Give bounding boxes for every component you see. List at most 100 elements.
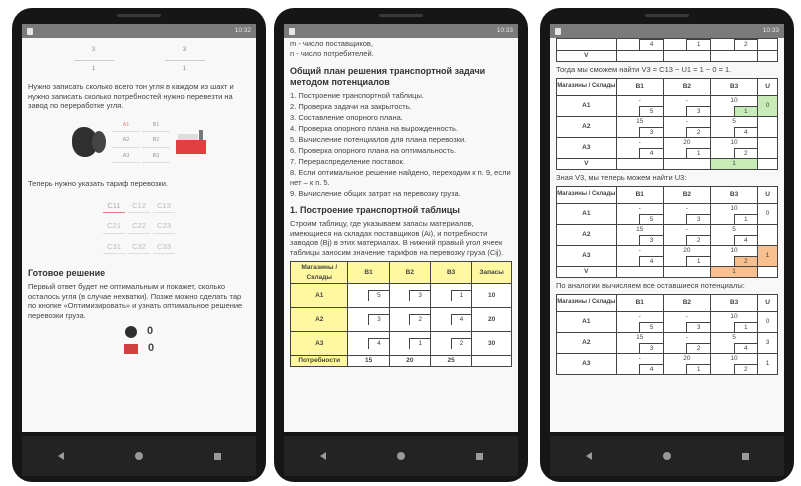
notification-icon (27, 27, 33, 35)
v-cell: 1 (709, 158, 759, 170)
tariff-input[interactable]: C23 (153, 221, 175, 234)
cell-input[interactable]: A3 (112, 152, 140, 163)
back-icon[interactable] (319, 452, 326, 460)
table-cell: 20 1 (662, 137, 711, 159)
u-cell (757, 224, 778, 246)
list-item: 3. Составление опорного плана. (290, 113, 403, 122)
speaker (645, 14, 689, 17)
instruction-text: Нужно записать сколько всего тон угля в … (28, 82, 234, 110)
tariff-input[interactable]: C11 (103, 201, 125, 213)
result-value: 0 (146, 325, 154, 338)
status-time: 10:32 (234, 27, 251, 34)
row-header: A1 (556, 95, 617, 117)
table-cell: -3 (662, 95, 711, 117)
table-cell: 3 (347, 307, 390, 332)
row-header: A3 (556, 245, 617, 267)
column-header: B2 (388, 261, 431, 284)
back-icon[interactable] (585, 452, 592, 460)
table-cell: -4 (615, 245, 664, 267)
list-item: 5. Вычисление потенциалов для плана пере… (290, 135, 467, 144)
result-row: 0 (28, 326, 250, 338)
result-value: 0 (147, 342, 155, 355)
partial-table: 4 1 2 V (556, 38, 778, 62)
tariff-input[interactable]: C13 (153, 201, 175, 213)
potentials-table-2: Магазины / Склады B1 B2 B3 U A1 -5 -3 10… (556, 186, 778, 278)
table-cell: 2 (429, 331, 473, 356)
row-header: Потребности (289, 355, 349, 367)
recent-apps-icon[interactable] (213, 452, 221, 460)
transport-table: Магазины / Склады B1 B2 B3 Запасы A1 5 3… (289, 261, 512, 367)
screen-3[interactable]: 10:33 4 1 2 V Тогда мы сможем найти V3 =… (550, 24, 784, 432)
table-cell: 54 (709, 332, 759, 354)
column-header: U (757, 294, 778, 312)
body-text: По аналогии вычисляем все оставшиеся пот… (556, 280, 745, 290)
column-header: B2 (662, 78, 711, 96)
screen-2[interactable]: 10:33 m - число поставщиков, n - число п… (284, 24, 518, 432)
tariff-text: Теперь нужно указать тариф перевозки. (28, 179, 168, 188)
table-cell: 1 (662, 38, 711, 51)
empty-cell (757, 158, 778, 170)
row-header: A2 (556, 116, 617, 138)
table-cell: 54 (709, 116, 759, 138)
table-cell: 10 2 (709, 137, 759, 159)
cell-input[interactable]: B2 (142, 136, 170, 148)
list-item: 4. Проверка опорного плана на вырожденно… (290, 124, 458, 133)
cell-input[interactable]: B1 (142, 121, 170, 132)
list-item: 8. Если оптимальное решение найдено, пер… (290, 168, 511, 187)
fraction[interactable]: 31 (164, 46, 205, 74)
phone-frame-1: 10:32 31 31 Нужно записать сколько всего… (12, 8, 266, 482)
row-header (556, 38, 617, 51)
cell-input[interactable]: A1 (112, 121, 140, 132)
input-cells: A1 B1 A2 B2 A3 B3 (112, 121, 170, 163)
tariff-input[interactable]: C32 (128, 242, 150, 254)
tariff-input[interactable]: C12 (128, 201, 150, 213)
back-icon[interactable] (57, 452, 64, 460)
nav-bar (550, 436, 784, 476)
tariff-input[interactable]: C21 (103, 221, 125, 234)
fraction[interactable]: 31 (73, 46, 114, 74)
row-header: A2 (556, 224, 617, 246)
tariff-input[interactable]: C31 (103, 242, 125, 254)
nav-bar (22, 436, 256, 476)
fraction-row: 31 31 (48, 46, 230, 74)
table-cell: 1 (388, 331, 431, 356)
home-icon[interactable] (662, 452, 671, 460)
list-item: 1. Построение транспортной таблицы. (290, 91, 424, 100)
coal-icon (92, 130, 106, 153)
table-cell: 20 1 (662, 353, 711, 375)
body-text: Тогда мы сможем найти V3 = C13 − U1 = 1 … (556, 64, 732, 74)
cell-input[interactable]: B3 (142, 152, 170, 163)
table-cell: -3 (662, 311, 711, 333)
factory-icon (176, 129, 206, 154)
v-cell (662, 266, 711, 278)
column-header: B1 (347, 261, 390, 284)
home-icon[interactable] (134, 452, 143, 460)
table-cell: 1 (429, 283, 473, 308)
table-cell: 3 (388, 283, 431, 308)
table-cell: 15 3 (615, 116, 664, 138)
u-cell: 1 (757, 245, 778, 267)
tariff-input[interactable]: C22 (128, 221, 150, 234)
column-header: B3 (429, 261, 473, 284)
table-cell: 10 1 (709, 203, 759, 225)
row-header: A3 (556, 137, 617, 159)
result-row: 0 (28, 342, 250, 355)
section-heading: Готовое решение (28, 268, 106, 278)
coal-icon (124, 326, 137, 338)
recent-apps-icon[interactable] (741, 452, 749, 460)
table-cell: -2 (662, 224, 711, 246)
column-header: B3 (709, 294, 759, 312)
recent-apps-icon[interactable] (475, 452, 483, 460)
row-header: A1 (289, 283, 349, 308)
phone-frame-2: 10:33 m - число поставщиков, n - число п… (274, 8, 528, 482)
status-bar: 10:33 (284, 24, 518, 38)
cell-input[interactable]: A2 (112, 136, 140, 148)
list-item: 2. Проверка задачи на закрытость. (290, 102, 412, 111)
row-header: A3 (289, 331, 349, 356)
tariff-input[interactable]: C33 (153, 242, 175, 254)
corner-header: Магазины / Склады (556, 186, 617, 204)
v-cell (615, 266, 664, 278)
table-cell: 10 1 (709, 95, 759, 117)
home-icon[interactable] (396, 452, 405, 460)
screen-1[interactable]: 10:32 31 31 Нужно записать сколько всего… (22, 24, 256, 432)
